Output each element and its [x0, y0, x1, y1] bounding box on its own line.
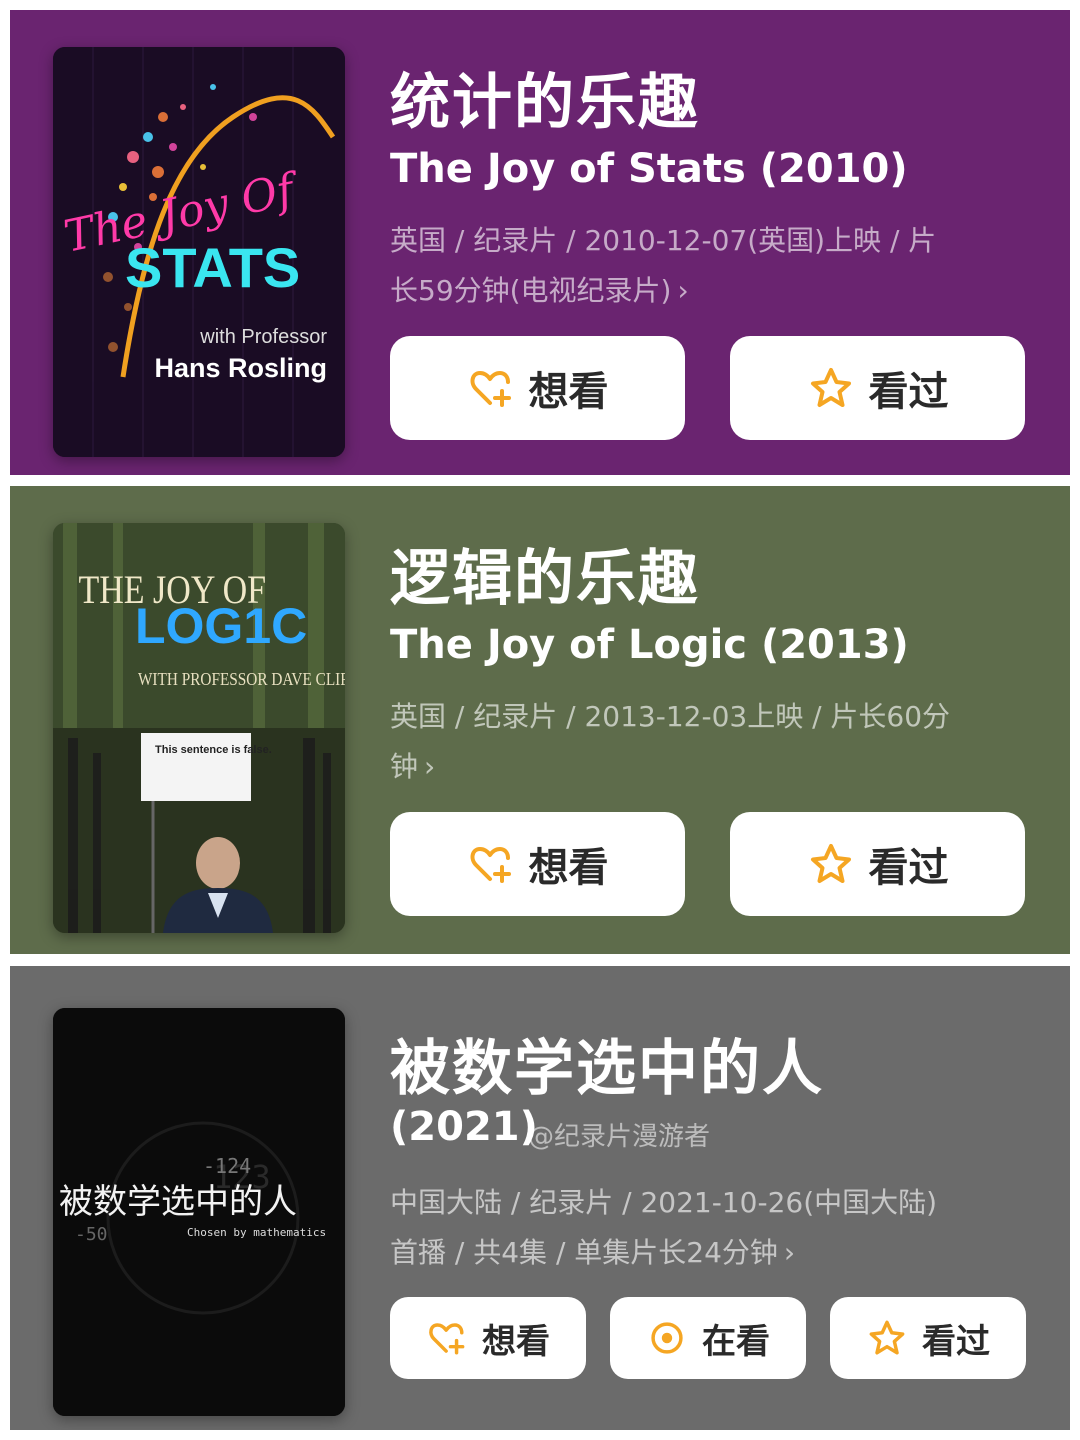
- poster-art: THE JOY OF LOG1C WITH PROFESSOR DAVE CLI…: [53, 523, 345, 933]
- poster-title: 被数学选中的人: [59, 1182, 297, 1222]
- watched-label: 看过: [868, 845, 949, 891]
- poster-sign: This sentence is false.: [155, 744, 272, 756]
- poster-line3: with Professor: [199, 326, 327, 348]
- poster-joy-of-logic[interactable]: THE JOY OF LOG1C WITH PROFESSOR DAVE CLI…: [53, 523, 345, 933]
- chevron-right-icon: ›: [783, 1236, 796, 1269]
- star-icon: [807, 364, 855, 412]
- watched-button[interactable]: 看过: [730, 336, 1025, 440]
- title-en: The Joy of Stats (2010): [390, 146, 908, 192]
- meta-line2: 钟: [390, 750, 419, 783]
- poster-line2: STATS: [125, 236, 300, 299]
- want-to-watch-button[interactable]: 想看: [390, 336, 685, 440]
- star-icon: [807, 840, 855, 888]
- want-to-watch-button[interactable]: 想看: [390, 1297, 586, 1379]
- heart-plus-icon: [467, 840, 515, 888]
- watermark: @纪录片漫游者: [528, 1122, 711, 1152]
- meta-line1: 中国大陆 / 纪录片 / 2021-10-26(中国大陆): [390, 1186, 938, 1219]
- poster-line2: LOG1C: [135, 598, 307, 654]
- watched-button[interactable]: 看过: [830, 1297, 1026, 1379]
- movie-card-joy-of-stats[interactable]: The Joy Of STATS with Professor Hans Ros…: [10, 10, 1070, 475]
- watching-label: 在看: [702, 1321, 770, 1362]
- meta-line1: 英国 / 纪录片 / 2010-12-07(英国)上映 / 片: [390, 224, 937, 257]
- star-icon: [866, 1317, 908, 1359]
- title-en: The Joy of Logic (2013): [390, 622, 909, 668]
- meta-line2: 长59分钟(电视纪录片): [390, 274, 672, 307]
- want-to-watch-label: 想看: [482, 1321, 550, 1362]
- meta-line2: 首播 / 共4集 / 单集片长24分钟: [390, 1236, 778, 1269]
- poster-line3: WITH PROFESSOR DAVE CLIFF: [138, 669, 345, 689]
- title-en: (2021): [390, 1104, 538, 1150]
- heart-plus-icon: [467, 364, 515, 412]
- poster-num2: -124: [203, 1154, 251, 1178]
- want-to-watch-label: 想看: [528, 369, 609, 415]
- chevron-right-icon: ›: [677, 274, 689, 307]
- circle-dot-icon: [646, 1317, 688, 1359]
- chevron-right-icon: ›: [424, 750, 436, 783]
- meta-line1: 英国 / 纪录片 / 2013-12-03上映 / 片长60分: [390, 700, 951, 733]
- poster-joy-of-stats[interactable]: The Joy Of STATS with Professor Hans Ros…: [53, 47, 345, 457]
- want-to-watch-button[interactable]: 想看: [390, 812, 685, 916]
- title-zh: 逻辑的乐趣: [390, 544, 700, 614]
- watching-button[interactable]: 在看: [610, 1297, 806, 1379]
- poster-art: The Joy Of STATS with Professor Hans Ros…: [53, 47, 345, 457]
- title-zh: 被数学选中的人: [390, 1034, 824, 1104]
- watched-label: 看过: [868, 369, 949, 415]
- movie-card-chosen-by-mathematics[interactable]: 123 -124 -50 被数学选中的人 Chosen by mathemati…: [10, 966, 1070, 1430]
- meta-info[interactable]: 英国 / 纪录片 / 2010-12-07(英国)上映 / 片 长59分钟(电视…: [390, 216, 1030, 316]
- watched-button[interactable]: 看过: [730, 812, 1025, 916]
- poster-line4: Hans Rosling: [154, 353, 327, 383]
- want-to-watch-label: 想看: [528, 845, 609, 891]
- poster-num3: -50: [75, 1224, 108, 1245]
- poster-art: 123 -124 -50 被数学选中的人 Chosen by mathemati…: [53, 1008, 345, 1416]
- heart-plus-icon: [426, 1317, 468, 1359]
- meta-info[interactable]: 中国大陆 / 纪录片 / 2021-10-26(中国大陆) 首播 / 共4集 /…: [390, 1178, 1030, 1278]
- title-zh: 统计的乐趣: [390, 68, 700, 138]
- meta-info[interactable]: 英国 / 纪录片 / 2013-12-03上映 / 片长60分 钟 ›: [390, 692, 1030, 792]
- poster-chosen-by-mathematics[interactable]: 123 -124 -50 被数学选中的人 Chosen by mathemati…: [53, 1008, 345, 1416]
- movie-card-joy-of-logic[interactable]: THE JOY OF LOG1C WITH PROFESSOR DAVE CLI…: [10, 486, 1070, 954]
- poster-subtitle: Chosen by mathematics: [187, 1226, 326, 1239]
- watched-label: 看过: [922, 1321, 990, 1362]
